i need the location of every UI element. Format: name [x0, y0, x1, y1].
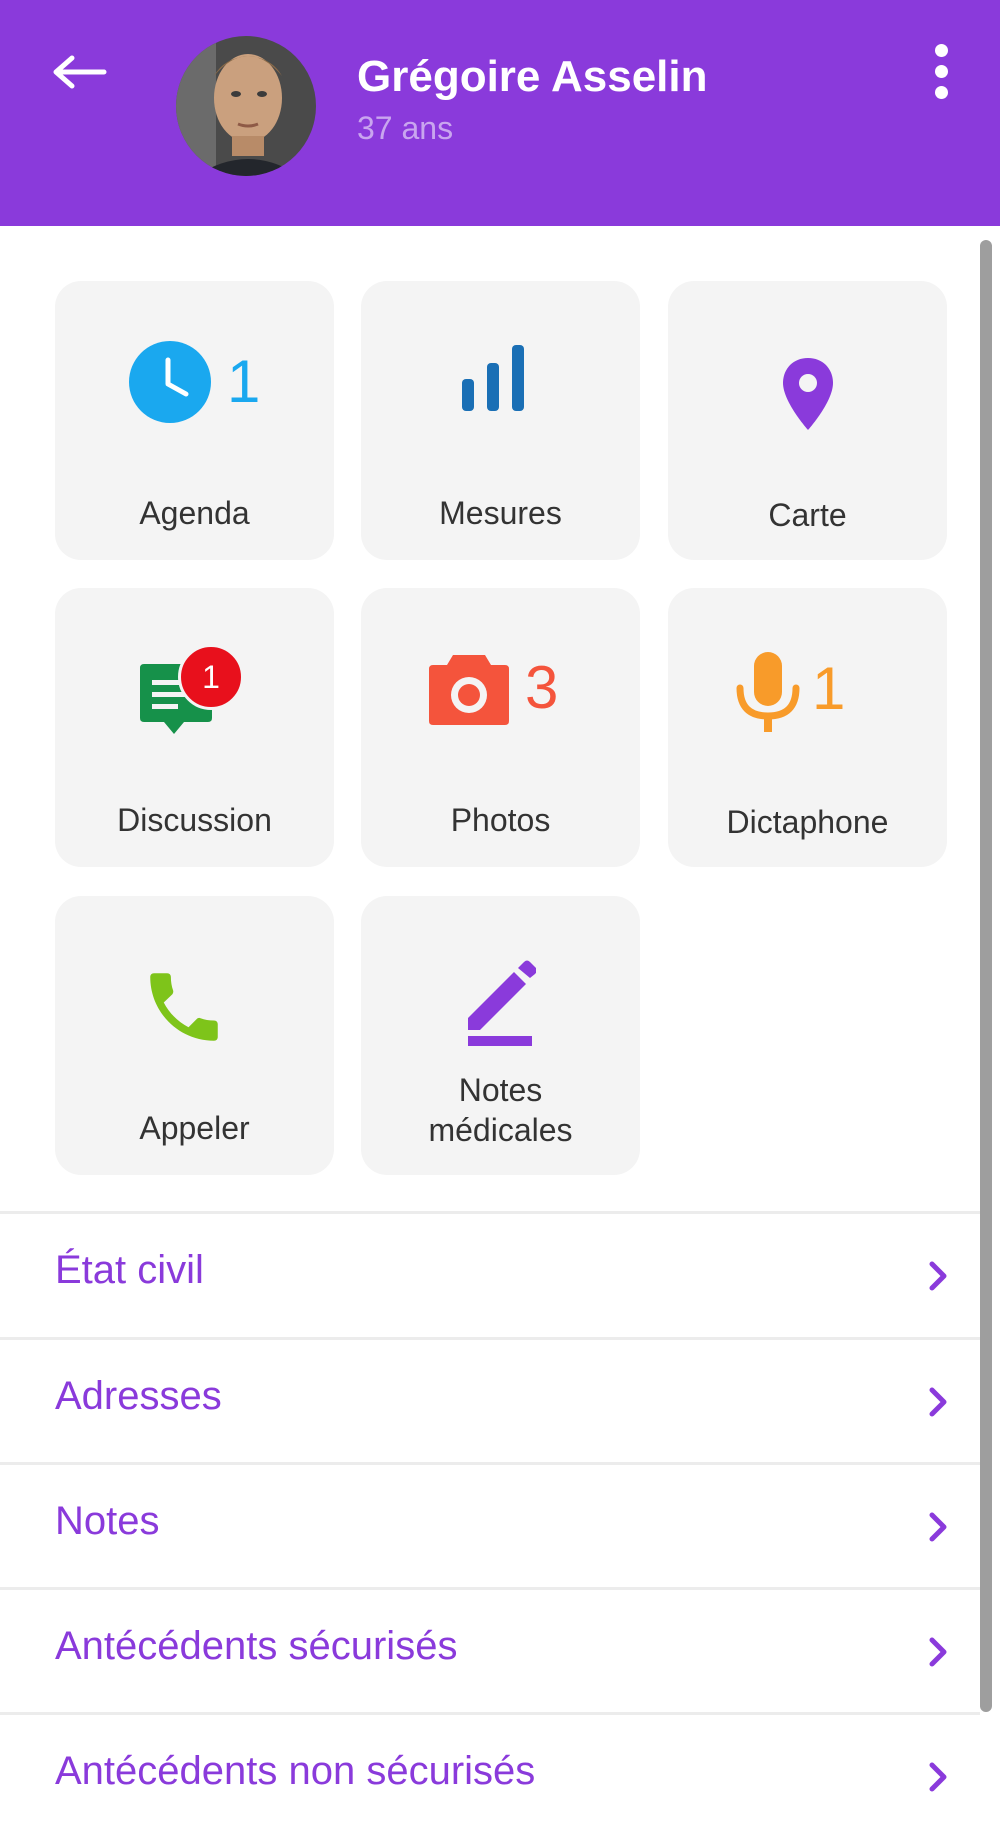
back-button[interactable] — [48, 48, 112, 96]
arrow-left-icon — [53, 55, 107, 89]
dictaphone-count: 1 — [812, 655, 846, 722]
map-pin-icon — [783, 358, 833, 430]
agenda-count: 1 — [227, 348, 261, 415]
chevron-right-icon — [929, 1637, 947, 1667]
tile-label: Dictaphone — [726, 804, 889, 840]
section-adresses[interactable]: Adresses — [0, 1337, 980, 1464]
tile-carte[interactable]: Carte — [668, 281, 947, 560]
camera-icon — [429, 655, 509, 725]
section-label: Adresses — [55, 1374, 222, 1418]
section-etat-civil[interactable]: État civil — [0, 1211, 980, 1338]
tile-label: Mesures — [439, 495, 562, 531]
tile-appeler[interactable]: Appeler — [55, 896, 334, 1175]
tile-label: Discussion — [117, 802, 272, 838]
clock-icon — [129, 341, 211, 423]
microphone-icon — [736, 652, 800, 732]
patient-age: 37 ans — [357, 110, 454, 146]
tile-label: Appeler — [139, 1110, 250, 1146]
tile-label: Carte — [768, 497, 847, 533]
app-header: Grégoire Asselin 37 ans — [0, 0, 1000, 226]
phone-icon — [150, 973, 218, 1041]
scrollbar[interactable] — [980, 240, 992, 1712]
section-label: Antécédents sécurisés — [55, 1624, 458, 1668]
avatar-photo — [176, 36, 316, 176]
unread-badge: 1 — [178, 644, 244, 710]
tile-photos[interactable]: 3 Photos — [361, 588, 640, 867]
patient-name: Grégoire Asselin — [357, 52, 708, 101]
tile-notes-medicales[interactable]: Notes médicales — [361, 896, 640, 1175]
more-options-button[interactable] — [926, 44, 956, 100]
tile-label: Photos — [450, 802, 551, 838]
avatar — [176, 36, 316, 176]
bar-chart-icon — [462, 345, 524, 411]
section-label: État civil — [55, 1248, 204, 1292]
chevron-right-icon — [929, 1261, 947, 1291]
chevron-right-icon — [929, 1387, 947, 1417]
section-antecedents-securises[interactable]: Antécédents sécurisés — [0, 1587, 980, 1714]
tile-discussion[interactable]: 1 Discussion — [55, 588, 334, 867]
pencil-icon — [468, 960, 537, 1046]
tile-mesures[interactable]: Mesures — [361, 281, 640, 560]
section-label: Notes — [55, 1499, 160, 1543]
tile-dictaphone[interactable]: 1 Dictaphone — [668, 588, 947, 867]
tile-agenda[interactable]: 1 Agenda — [55, 281, 334, 560]
section-notes[interactable]: Notes — [0, 1462, 980, 1589]
chevron-right-icon — [929, 1762, 947, 1792]
section-label: Antécédents non sécurisés — [55, 1749, 536, 1793]
photos-count: 3 — [525, 654, 559, 721]
tile-label: Notes médicales — [428, 1072, 573, 1148]
more-vertical-icon — [926, 44, 956, 99]
section-antecedents-non-securises[interactable]: Antécédents non sécurisés — [0, 1712, 980, 1839]
tile-label: Agenda — [139, 495, 250, 531]
chevron-right-icon — [929, 1512, 947, 1542]
